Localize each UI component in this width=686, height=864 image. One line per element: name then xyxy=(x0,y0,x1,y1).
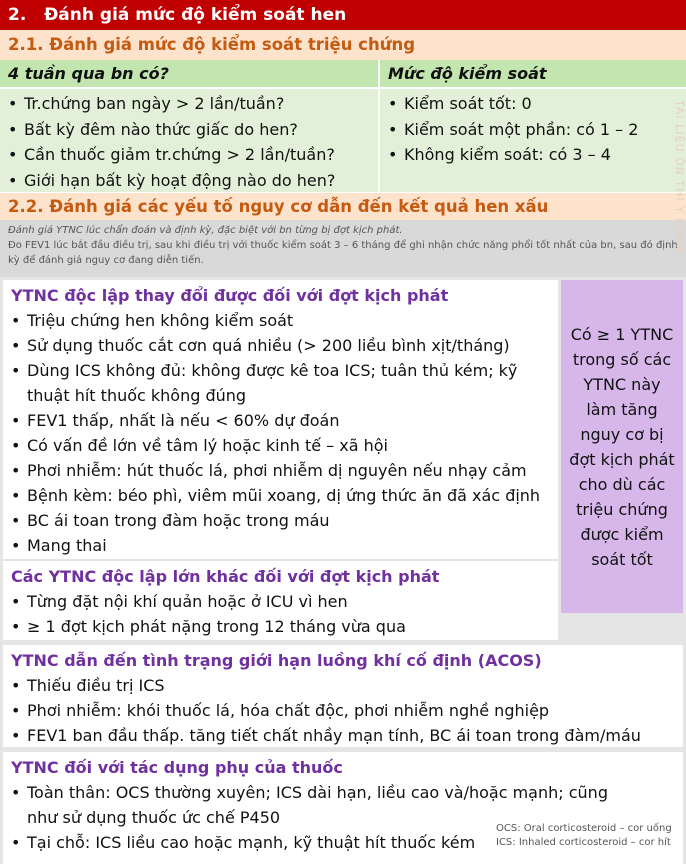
control-level: Kiểm soát một phần: có 1 – 2 xyxy=(388,117,678,143)
major-risk-panel: Các YTNC độc lập lớn khác đối với đợt kị… xyxy=(3,561,558,640)
symptom-question: Tr.chứng ban ngày > 2 lần/tuần? xyxy=(8,91,370,117)
risk-item: Dùng ICS không đủ: không được kê toa ICS… xyxy=(11,358,550,408)
risk-item: Triệu chứng hen không kiểm soát xyxy=(11,308,550,333)
section-number: 2. xyxy=(8,5,27,25)
section-header: 2. Đánh giá mức độ kiểm soát hen xyxy=(0,0,686,30)
exacerbation-risk-text: Có ≥ 1 YTNC trong số các YTNC này làm tă… xyxy=(569,324,675,569)
footnote-ics: ICS: Inhaled corticosteroid – cor hít xyxy=(496,837,671,848)
acos-risk-title: YTNC dẫn đến tình trạng giới hạn luồng k… xyxy=(11,651,542,670)
note-line-1: Đánh giá YTNC lúc chẩn đoán và định kỳ, … xyxy=(8,225,403,236)
control-level-list: Kiểm soát tốt: 0 Kiểm soát một phần: có … xyxy=(380,89,686,192)
section-title: Đánh giá mức độ kiểm soát hen xyxy=(44,5,347,25)
risk-item: Mang thai xyxy=(11,533,550,558)
risk-item: FEV1 ban đầu thấp. tăng tiết chất nhầy m… xyxy=(11,723,675,748)
control-level-header: Mức độ kiểm soát xyxy=(380,60,686,87)
control-level: Không kiểm soát: có 3 – 4 xyxy=(388,142,678,168)
symptom-question: Bất kỳ đêm nào thức giấc do hen? xyxy=(8,117,370,143)
abbreviation-footnotes: OCS: Oral corticosteroid – cor uống ICS:… xyxy=(496,822,672,850)
control-level: Kiểm soát tốt: 0 xyxy=(388,91,678,117)
risk-item: Từng đặt nội khí quản hoặc ở ICU vì hen xyxy=(11,589,550,614)
symptom-question: Cần thuốc giảm tr.chứng > 2 lần/tuần? xyxy=(8,142,370,168)
risk-item: Bệnh kèm: béo phì, viêm mũi xoang, dị ứn… xyxy=(11,483,550,508)
risk-item: Có vấn đề lớn về tâm lý hoặc kinh tế – x… xyxy=(11,433,550,458)
footnote-ocs: OCS: Oral corticosteroid – cor uống xyxy=(496,823,672,834)
risk-item: Thiếu điều trị ICS xyxy=(11,673,675,698)
modifiable-risk-title: YTNC độc lập thay đổi được đối với đợt k… xyxy=(11,286,449,305)
side-effect-risk-title: YTNC đối với tác dụng phụ của thuốc xyxy=(11,758,343,777)
risk-item: ≥ 1 đợt kịch phát nặng trong 12 tháng vừ… xyxy=(11,614,550,639)
risk-assessment-note: Đánh giá YTNC lúc chẩn đoán và định kỳ, … xyxy=(0,220,686,277)
risk-factor-heading: 2.2. Đánh giá các yếu tố nguy cơ dẫn đến… xyxy=(0,193,686,220)
risk-item: FEV1 thấp, nhất là nếu < 60% dự đoán xyxy=(11,408,550,433)
symptom-control-heading: 2.1. Đánh giá mức độ kiểm soát triệu chứ… xyxy=(0,30,686,60)
risk-item: Sử dụng thuốc cắt cơn quá nhiều (> 200 l… xyxy=(11,333,550,358)
watermark-text: TÀI LIỆU ÔN THI Y KHOA xyxy=(673,100,686,254)
exacerbation-risk-note: Có ≥ 1 YTNC trong số các YTNC này làm tă… xyxy=(561,280,683,613)
symptom-question-list: Tr.chứng ban ngày > 2 lần/tuần? Bất kỳ đ… xyxy=(0,89,378,194)
risk-item: Phơi nhiễm: hút thuốc lá, phơi nhiễm dị … xyxy=(11,458,550,483)
acos-risk-panel: YTNC dẫn đến tình trạng giới hạn luồng k… xyxy=(3,645,683,748)
modifiable-risk-panel: YTNC độc lập thay đổi được đối với đợt k… xyxy=(3,280,558,559)
note-line-2: Đo FEV1 lúc bắt đầu điều trị, sau khi đi… xyxy=(8,240,678,266)
major-risk-title: Các YTNC độc lập lớn khác đối với đợt kị… xyxy=(11,567,440,586)
risk-item: BC ái toan trong đàm hoặc trong máu xyxy=(11,508,550,533)
symptom-question: Giới hạn bất kỳ hoạt động nào do hen? xyxy=(8,168,370,194)
risk-item: Phơi nhiễm: khói thuốc lá, hóa chất độc,… xyxy=(11,698,675,723)
question-header: 4 tuần qua bn có? xyxy=(0,60,378,87)
